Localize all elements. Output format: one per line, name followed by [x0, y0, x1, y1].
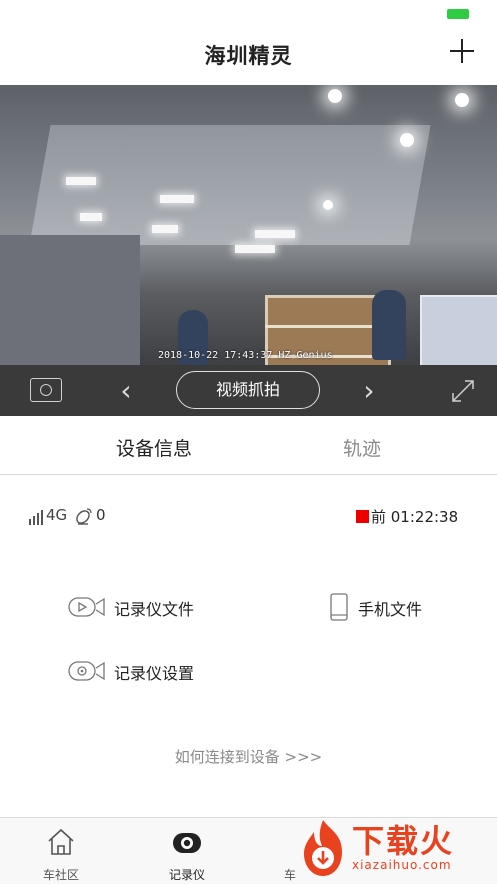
how-to-connect-link[interactable]: 如何连接到设备 >>> [0, 746, 497, 767]
fullscreen-icon[interactable] [449, 377, 477, 405]
network-type: 4G [46, 506, 68, 524]
phone-icon [330, 593, 348, 621]
status-bar [0, 0, 497, 26]
home-icon [48, 828, 74, 855]
tabbar-label-recorder: 记录仪 [168, 868, 205, 882]
tabbar-label-car: 车 [284, 868, 297, 882]
snapshot-button[interactable]: 视频抓拍 [176, 371, 320, 409]
watermark-text: 下载火 [352, 822, 455, 860]
page-title: 海圳精灵 [204, 44, 293, 68]
camera-icon[interactable] [30, 378, 62, 402]
signal-icon [29, 510, 43, 525]
add-device-button[interactable] [447, 36, 477, 66]
tabbar-item-car[interactable]: 车 [240, 818, 297, 884]
satellite-icon [76, 508, 92, 525]
tab-bar: 设备信息 轨迹 [0, 422, 497, 475]
video-preview[interactable]: 2018-10-22 17:43:37 HZ-Genius [0, 85, 497, 365]
flame-logo-icon [304, 820, 342, 876]
device-status-row: 4G 0 前 01:22:38 [0, 503, 497, 529]
recorder-icon [173, 833, 201, 853]
tabbar-item-community[interactable]: 车社区 [16, 818, 106, 884]
nav-bar: 海圳精灵 [0, 26, 497, 84]
recorder-files-label: 记录仪文件 [114, 600, 195, 619]
phone-files-button[interactable]: 手机文件 [330, 592, 440, 622]
recorder-files-button[interactable]: 记录仪文件 [68, 592, 208, 622]
record-indicator [356, 510, 369, 523]
watermark: 下载火 xiazaihuo.com [292, 812, 497, 883]
video-file-icon [68, 597, 105, 617]
settings-camera-icon [68, 661, 105, 681]
tab-track[interactable]: 轨迹 [282, 434, 442, 461]
video-timestamp: 2018-10-22 17:43:37 HZ-Genius [158, 350, 333, 361]
tab-device-info[interactable]: 设备信息 [74, 434, 234, 461]
tabbar-item-recorder[interactable]: 记录仪 [142, 818, 232, 884]
recorder-settings-label: 记录仪设置 [114, 664, 195, 683]
watermark-url: xiazaihuo.com [352, 858, 452, 872]
chevron-left-icon[interactable]: ‹ [112, 377, 140, 405]
chevron-right-icon[interactable]: › [355, 377, 383, 405]
tabbar-label-community: 车社区 [42, 868, 79, 882]
phone-files-label: 手机文件 [358, 600, 423, 619]
record-time: 前 01:22:38 [371, 508, 459, 526]
recorder-settings-button[interactable]: 记录仪设置 [68, 656, 208, 686]
video-controls: ‹ 视频抓拍 › [0, 365, 497, 416]
battery-icon [447, 9, 469, 19]
satellite-count: 0 [96, 506, 106, 524]
